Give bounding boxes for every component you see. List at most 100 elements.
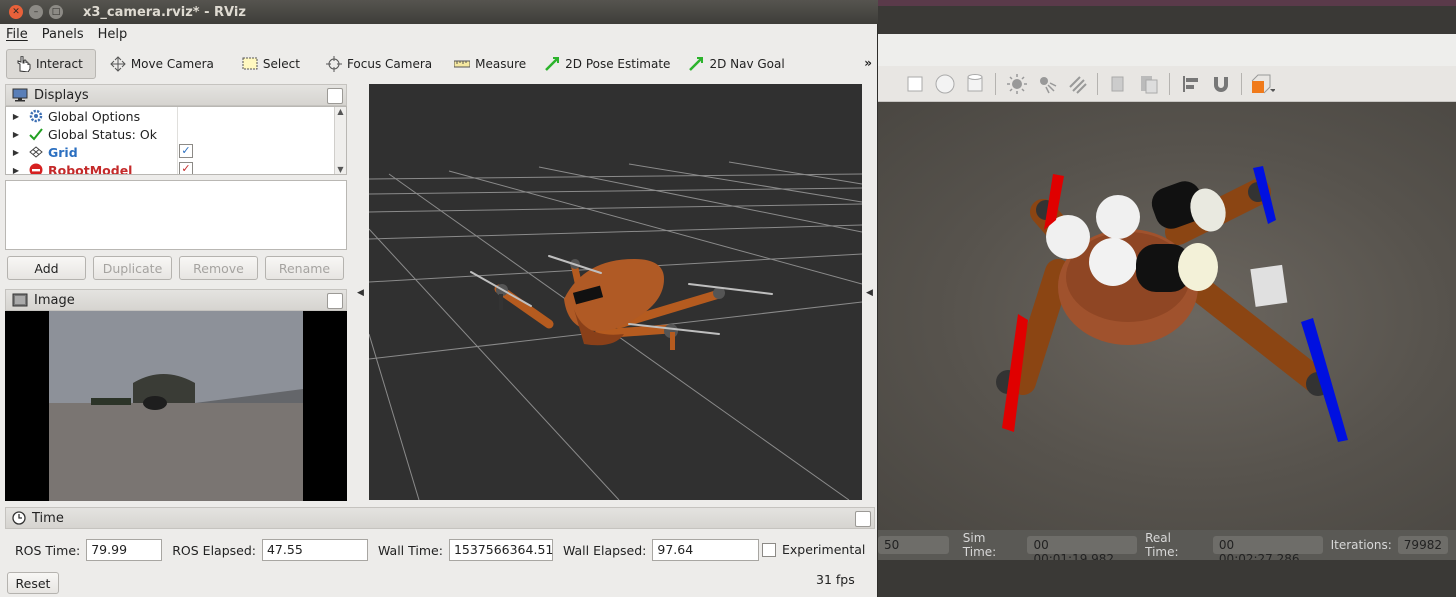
expand-arrow-icon[interactable]: ▶: [6, 130, 26, 139]
tree-scrollbar[interactable]: ▲ ▼: [334, 107, 346, 174]
real-time-label: Real Time:: [1145, 531, 1179, 559]
wall-elapsed-field[interactable]: 97.64: [652, 539, 760, 561]
time-panel-float-toggle[interactable]: [855, 511, 871, 527]
error-icon: [26, 163, 46, 174]
wall-time-label: Wall Time:: [377, 542, 443, 558]
gazebo-drone-model: [996, 166, 1348, 442]
interact-label: Interact: [36, 57, 83, 71]
toolbar-separator: [995, 72, 996, 95]
robotmodel-enabled-checkbox[interactable]: ✓: [179, 162, 193, 174]
monitor-icon: [12, 88, 28, 102]
tree-row-grid[interactable]: ▶ Grid ✓: [6, 143, 336, 161]
display-description-box: [5, 180, 347, 250]
menu-panels[interactable]: Panels: [42, 27, 84, 42]
box-shape-icon[interactable]: [902, 71, 927, 96]
scroll-down-icon[interactable]: ▼: [335, 165, 346, 174]
ros-time-label: ROS Time:: [15, 542, 81, 558]
ros-time-field[interactable]: 79.99: [86, 539, 163, 561]
sim-time-label: Sim Time:: [962, 531, 997, 559]
rviz-3d-render-view[interactable]: [369, 84, 862, 500]
iterations-field: 79982: [1397, 536, 1448, 554]
toolbar-separator: [1097, 72, 1098, 95]
minimize-window-button[interactable]: –: [29, 5, 43, 19]
move-arrows-icon: [110, 56, 126, 72]
spot-light-icon[interactable]: [1034, 71, 1059, 96]
menu-file[interactable]: File: [6, 27, 28, 42]
minimize-icon: –: [33, 7, 39, 17]
ros-elapsed-label: ROS Elapsed:: [172, 542, 256, 558]
image-panel-float-toggle[interactable]: [327, 293, 343, 309]
real-time-factor-field: 50: [878, 536, 949, 554]
pose-estimate-label: 2D Pose Estimate: [565, 57, 671, 71]
expand-arrow-icon[interactable]: ▶: [6, 112, 26, 121]
grid-icon: [26, 146, 46, 158]
experimental-toggle[interactable]: Experimental: [762, 542, 865, 557]
window-title: x3_camera.rviz* - RViz: [83, 4, 246, 20]
displays-title: Displays: [34, 87, 89, 103]
toolbar-separator: [1169, 72, 1170, 95]
gazebo-3d-scene[interactable]: [878, 102, 1456, 530]
wall-time-field[interactable]: 1537566364.51: [448, 539, 553, 561]
menu-help[interactable]: Help: [98, 27, 128, 42]
check-icon: [26, 127, 46, 141]
toolbar-overflow-button[interactable]: »: [864, 56, 872, 70]
tree-row-global-options[interactable]: ▶ Global Options: [6, 107, 336, 125]
experimental-label: Experimental: [782, 542, 866, 557]
tree-row-global-status[interactable]: ▶ Global Status: Ok: [6, 125, 336, 143]
sphere-shape-icon[interactable]: [932, 71, 957, 96]
tree-label: Grid: [48, 144, 78, 160]
grid-enabled-checkbox[interactable]: ✓: [179, 144, 193, 158]
experimental-checkbox[interactable]: [762, 542, 776, 557]
nav-goal-tool-button[interactable]: 2D Nav Goal: [682, 49, 796, 79]
nav-goal-label: 2D Nav Goal: [709, 57, 785, 71]
real-time-field: 00 00:02:27.286: [1212, 536, 1323, 566]
green-arrow-icon: [545, 57, 560, 71]
pose-estimate-tool-button[interactable]: 2D Pose Estimate: [538, 49, 682, 79]
rename-display-button[interactable]: Rename: [265, 256, 344, 280]
reset-button[interactable]: Reset: [7, 572, 59, 594]
left-dock-collapse-icon[interactable]: ◀: [357, 288, 364, 298]
move-camera-label: Move Camera: [130, 57, 214, 71]
move-camera-tool-button[interactable]: Move Camera: [104, 49, 226, 79]
gazebo-status-bar: 50 Sim Time: 00 00:01:19.982 Real Time: …: [878, 530, 1456, 566]
select-tool-button[interactable]: Select: [236, 49, 312, 79]
displays-panel-float-toggle[interactable]: [327, 88, 343, 104]
copy-icon[interactable]: [1106, 71, 1131, 96]
tree-row-robotmodel[interactable]: ▶ RobotModel ✓: [6, 161, 336, 175]
directional-light-icon[interactable]: [1064, 71, 1089, 96]
duplicate-display-button[interactable]: Duplicate: [93, 256, 172, 280]
measure-tool-button[interactable]: Measure: [448, 49, 538, 79]
displays-tree: ▶ Global Options ▶ Global Status: Ok ▶ G…: [5, 106, 347, 175]
focus-camera-tool-button[interactable]: Focus Camera: [320, 49, 444, 79]
magnet-snap-icon[interactable]: [1208, 71, 1233, 96]
right-dock-expand-icon[interactable]: ◀: [866, 288, 873, 298]
expand-arrow-icon[interactable]: ▶: [6, 166, 26, 175]
interact-tool-button[interactable]: Interact: [6, 49, 96, 79]
clock-icon: [12, 511, 26, 525]
gazebo-toolbar: [878, 66, 1456, 102]
add-display-button[interactable]: Add: [7, 256, 86, 280]
maximize-window-button[interactable]: □: [49, 5, 63, 19]
crosshair-icon: [325, 56, 342, 72]
align-icon[interactable]: [1178, 71, 1203, 96]
iterations-label: Iterations:: [1330, 538, 1392, 552]
camera-feed-image: [5, 311, 347, 501]
close-icon: ✕: [12, 7, 20, 17]
close-window-button[interactable]: ✕: [9, 5, 23, 19]
paste-icon[interactable]: [1136, 71, 1161, 96]
scroll-up-icon[interactable]: ▲: [335, 107, 346, 116]
maximize-icon: □: [51, 7, 61, 17]
time-panel-header: Time: [5, 507, 875, 529]
select-rectangle-icon: [242, 57, 258, 70]
green-arrow-icon: [689, 57, 704, 71]
tree-label: Global Status: Ok: [48, 126, 157, 142]
point-light-icon[interactable]: [1004, 71, 1029, 96]
cylinder-shape-icon[interactable]: [962, 71, 987, 96]
view-angle-icon[interactable]: [1250, 71, 1275, 96]
ros-elapsed-field[interactable]: 47.55: [261, 539, 368, 561]
gazebo-window: 50 Sim Time: 00 00:01:19.982 Real Time: …: [878, 0, 1456, 597]
expand-arrow-icon[interactable]: ▶: [6, 148, 26, 157]
measure-label: Measure: [475, 57, 527, 71]
image-panel-header: Image: [5, 289, 347, 311]
remove-display-button[interactable]: Remove: [179, 256, 258, 280]
